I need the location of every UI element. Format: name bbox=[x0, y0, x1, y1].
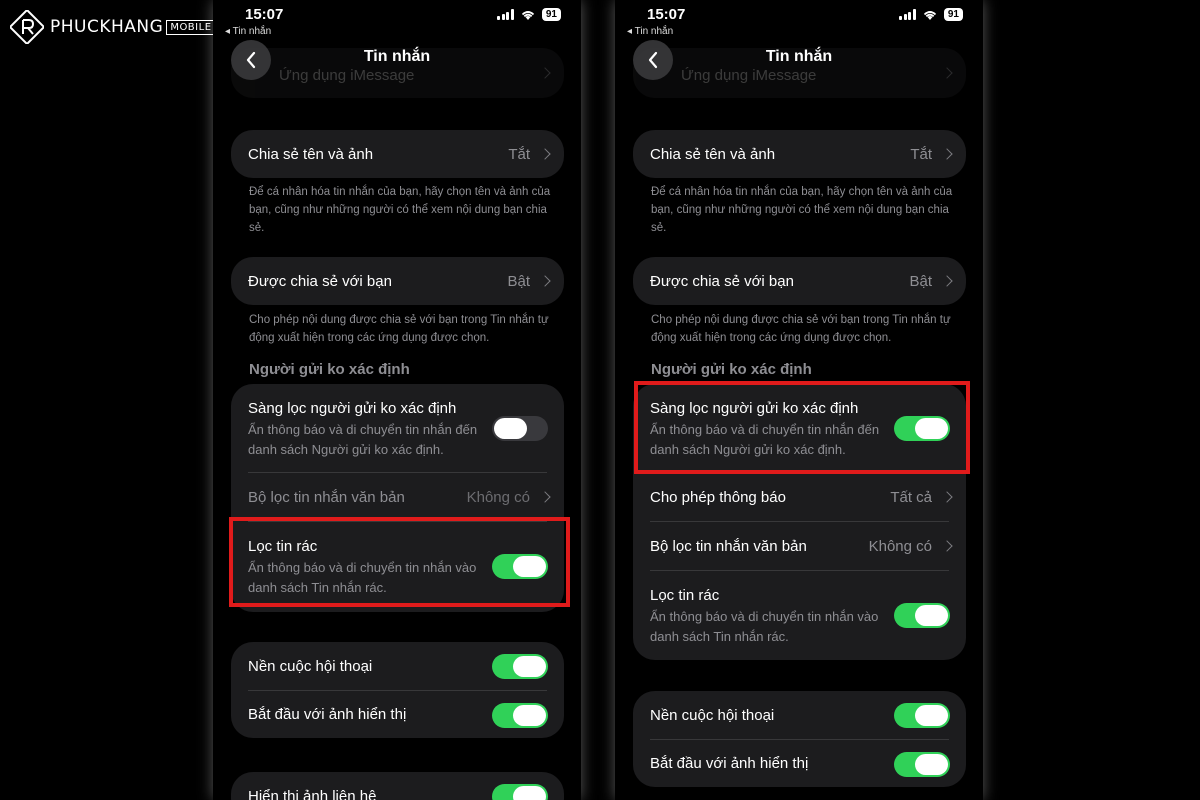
battery-indicator: 91 bbox=[943, 8, 963, 21]
brand-logo: PHUCKHANG MOBILE bbox=[8, 8, 216, 46]
logo-text: PHUCKHANG MOBILE bbox=[50, 17, 216, 37]
filter-unknown-toggle[interactable] bbox=[492, 416, 548, 441]
text-filter-row[interactable]: Bộ lọc tin nhắn văn bản Không có bbox=[633, 522, 966, 570]
chevron-right-icon bbox=[539, 275, 551, 287]
show-contact-photos-toggle[interactable] bbox=[492, 784, 548, 800]
wifi-icon bbox=[923, 10, 936, 20]
chevron-right-icon bbox=[941, 491, 953, 503]
back-to-app-link[interactable]: ◂ Tin nhắn bbox=[225, 26, 271, 37]
unknown-senders-header: Người gửi ko xác định bbox=[651, 361, 812, 378]
conversation-card: Nền cuộc hội thoại Bắt đầu với ảnh hiển … bbox=[231, 642, 564, 738]
share-name-photo-row[interactable]: Chia sẻ tên và ảnh Tắt bbox=[633, 130, 966, 178]
status-bar: 15:07 ◂ Tin nhắn 91 bbox=[213, 6, 581, 40]
contact-photos-card: Hiển thị ảnh liên hệ bbox=[231, 772, 564, 800]
status-time: 15:07 bbox=[245, 6, 284, 23]
filter-unknown-title: Sàng lọc người gửi ko xác định bbox=[248, 400, 457, 417]
phone-screen-after: 15:07 ◂ Tin nhắn 91 Tin nhắn Ứng dụng iM… bbox=[615, 0, 983, 800]
logo-badge-icon bbox=[8, 8, 46, 46]
shared-with-you-note: Cho phép nội dung được chia sẻ với bạn t… bbox=[651, 314, 951, 344]
chevron-right-icon bbox=[539, 148, 551, 160]
highlight-box-junk-filter bbox=[229, 517, 570, 607]
chevron-right-icon bbox=[941, 540, 953, 552]
page-title: Tin nhắn bbox=[363, 48, 431, 65]
junk-filter-title: Lọc tin rác bbox=[650, 587, 720, 604]
junk-filter-toggle[interactable] bbox=[894, 603, 950, 628]
shared-with-you-row[interactable]: Được chia sẻ với bạn Bật bbox=[633, 257, 966, 305]
unknown-senders-header: Người gửi ko xác định bbox=[249, 361, 410, 378]
text-filter-row[interactable]: Bộ lọc tin nhắn văn bản Không có bbox=[231, 473, 564, 521]
share-name-note: Để cá nhân hóa tin nhắn của bạn, hãy chọ… bbox=[651, 186, 953, 234]
chevron-right-icon bbox=[941, 275, 953, 287]
shared-with-you-note: Cho phép nội dung được chia sẻ với bạn t… bbox=[249, 314, 549, 344]
start-with-photo-toggle[interactable] bbox=[894, 752, 950, 777]
start-with-photo-toggle[interactable] bbox=[492, 703, 548, 728]
back-to-app-link[interactable]: ◂ Tin nhắn bbox=[627, 26, 673, 37]
conversation-bg-toggle[interactable] bbox=[894, 703, 950, 728]
wifi-icon bbox=[521, 10, 534, 20]
shared-with-you-row[interactable]: Được chia sẻ với bạn Bật bbox=[231, 257, 564, 305]
status-time: 15:07 bbox=[647, 6, 686, 23]
status-bar: 15:07 ◂ Tin nhắn 91 bbox=[615, 6, 983, 40]
cellular-signal-icon bbox=[497, 9, 514, 20]
battery-indicator: 91 bbox=[541, 8, 561, 21]
junk-filter-subtitle: Ẩn thông báo và di chuyển tin nhắn vào d… bbox=[650, 609, 879, 644]
chevron-right-icon bbox=[539, 491, 551, 503]
highlight-box-filter-unknown bbox=[634, 381, 970, 474]
cellular-signal-icon bbox=[899, 9, 916, 20]
chevron-right-icon bbox=[941, 148, 953, 160]
share-name-note: Để cá nhân hóa tin nhắn của bạn, hãy chọ… bbox=[249, 186, 551, 234]
phone-screen-before: 15:07 ◂ Tin nhắn 91 Tin nhắn Ứng dụng iM… bbox=[213, 0, 581, 800]
share-name-photo-row[interactable]: Chia sẻ tên và ảnh Tắt bbox=[231, 130, 564, 178]
page-title: Tin nhắn bbox=[765, 48, 833, 65]
allow-notifications-row[interactable]: Cho phép thông báo Tất cả bbox=[633, 473, 966, 521]
conversation-card: Nền cuộc hội thoại Bắt đầu với ảnh hiển … bbox=[633, 691, 966, 787]
conversation-bg-toggle[interactable] bbox=[492, 654, 548, 679]
filter-unknown-subtitle: Ẩn thông báo và di chuyển tin nhắn đến d… bbox=[248, 422, 478, 457]
